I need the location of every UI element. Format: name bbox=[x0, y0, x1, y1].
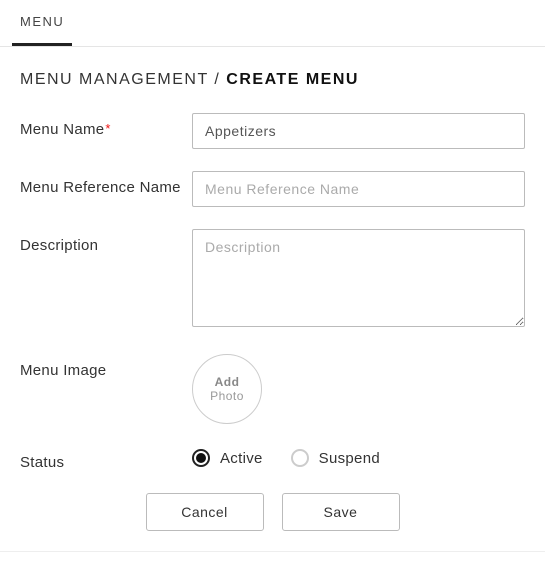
cancel-button[interactable]: Cancel bbox=[146, 493, 264, 531]
form-button-row: Cancel Save bbox=[0, 493, 545, 551]
status-radio-group: Active Suspend bbox=[192, 446, 525, 467]
status-radio-active[interactable]: Active bbox=[192, 449, 263, 467]
radio-icon bbox=[192, 449, 210, 467]
breadcrumb-current: CREATE MENU bbox=[226, 71, 359, 88]
label-description: Description bbox=[20, 229, 192, 254]
tab-bar: MENU bbox=[0, 0, 545, 47]
required-marker: * bbox=[105, 121, 110, 136]
label-menu-name-text: Menu Name bbox=[20, 121, 104, 138]
menu-reference-input[interactable] bbox=[192, 171, 525, 207]
status-radio-suspend[interactable]: Suspend bbox=[291, 449, 380, 467]
breadcrumb: MENU MANAGEMENT / CREATE MENU bbox=[0, 47, 545, 89]
tab-menu[interactable]: MENU bbox=[12, 0, 72, 46]
label-reference-name: Menu Reference Name bbox=[20, 171, 192, 196]
add-photo-text-line1: Add bbox=[215, 375, 240, 389]
row-menu-name: Menu Name* bbox=[20, 113, 525, 149]
add-photo-button[interactable]: Add Photo bbox=[192, 354, 262, 424]
row-description: Description bbox=[20, 229, 525, 332]
breadcrumb-separator: / bbox=[208, 71, 226, 88]
row-reference-name: Menu Reference Name bbox=[20, 171, 525, 207]
label-menu-name: Menu Name* bbox=[20, 113, 192, 138]
menu-name-input[interactable] bbox=[192, 113, 525, 149]
create-menu-form: Menu Name* Menu Reference Name Descripti… bbox=[0, 89, 545, 471]
label-status: Status bbox=[20, 446, 192, 471]
description-textarea[interactable] bbox=[192, 229, 525, 327]
label-menu-image: Menu Image bbox=[20, 354, 192, 379]
add-photo-text-line2: Photo bbox=[210, 389, 244, 403]
footer-divider bbox=[0, 551, 545, 552]
status-radio-suspend-label: Suspend bbox=[319, 450, 380, 467]
breadcrumb-parent[interactable]: MENU MANAGEMENT bbox=[20, 71, 208, 88]
status-radio-active-label: Active bbox=[220, 450, 263, 467]
save-button[interactable]: Save bbox=[282, 493, 400, 531]
radio-icon bbox=[291, 449, 309, 467]
row-status: Status Active Suspend bbox=[20, 446, 525, 471]
row-menu-image: Menu Image Add Photo bbox=[20, 354, 525, 424]
